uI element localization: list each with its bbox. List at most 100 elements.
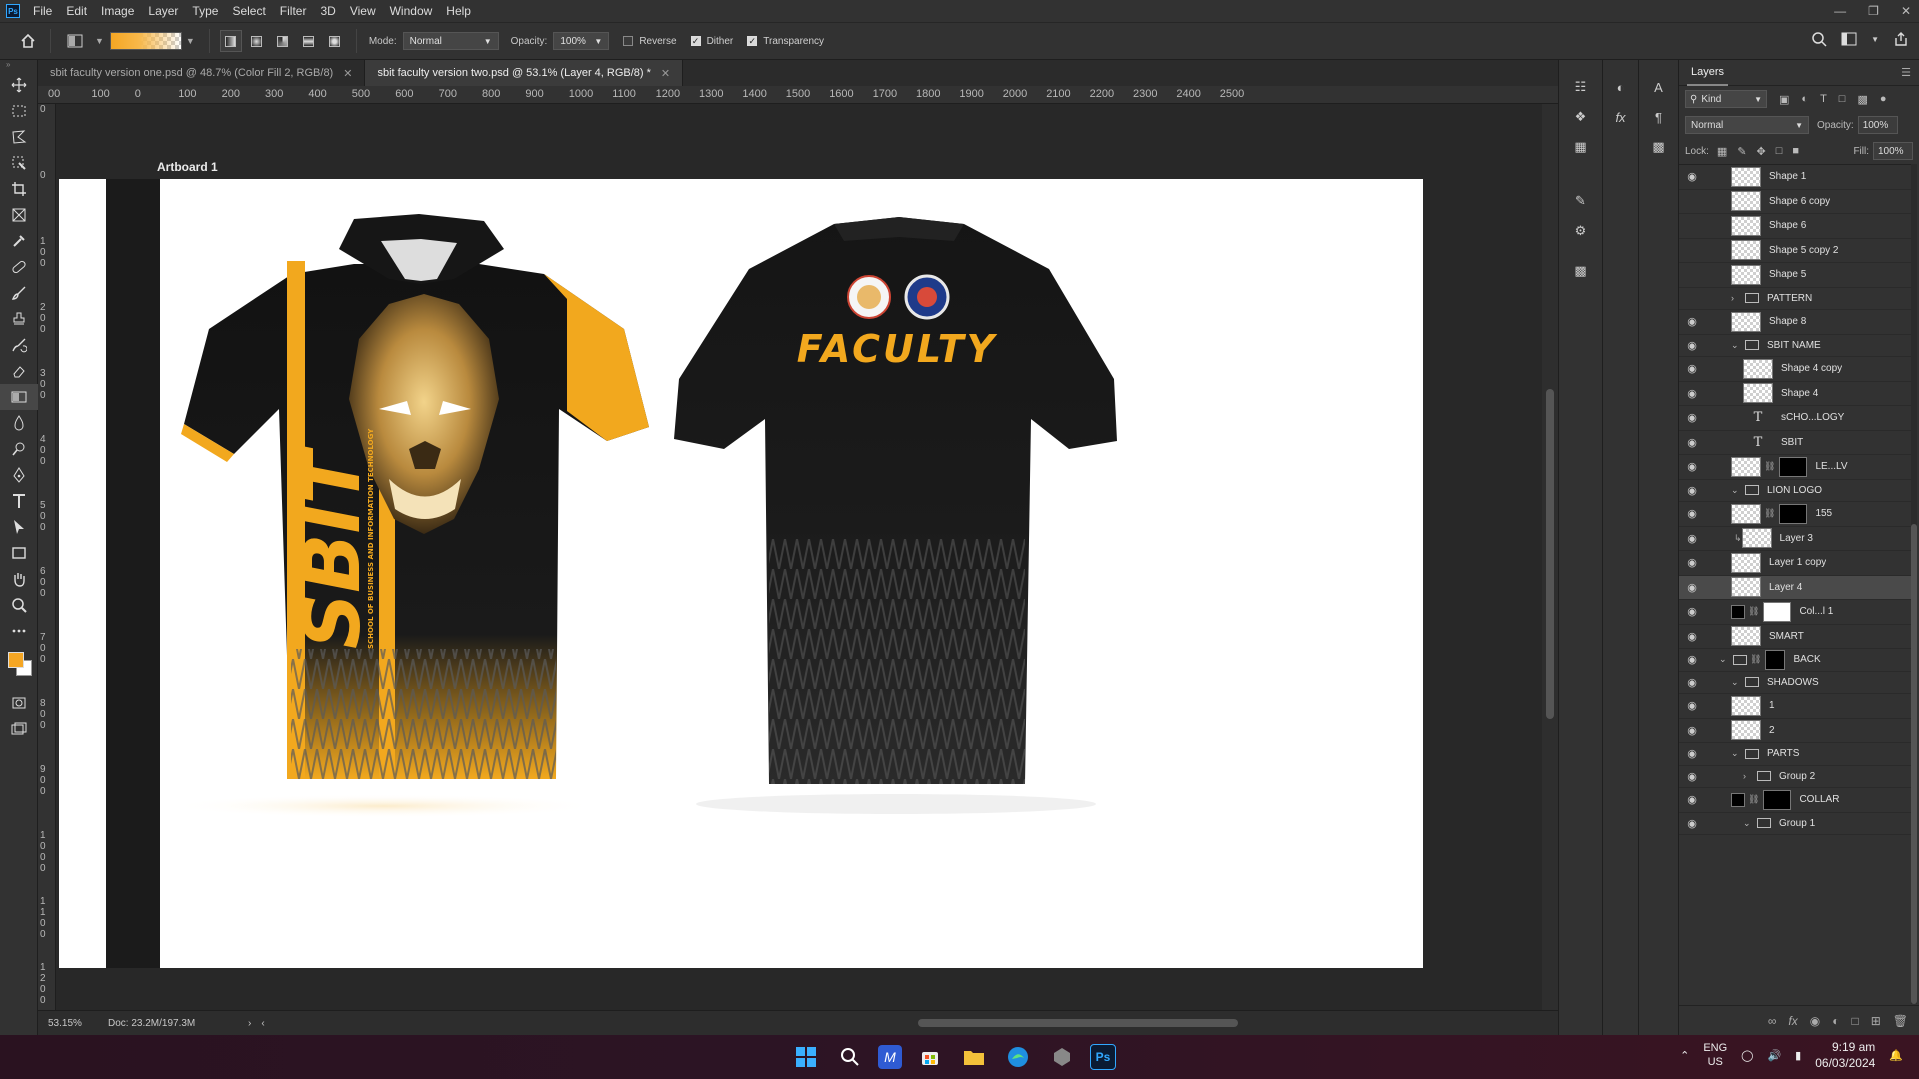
photoshop-taskbar-icon[interactable]: Ps: [1090, 1044, 1116, 1070]
visibility-eye-icon[interactable]: ◉: [1679, 362, 1705, 375]
scrollbar-thumb[interactable]: [1546, 389, 1554, 719]
tab-version-two[interactable]: sbit faculty version two.psd @ 53.1% (La…: [365, 60, 684, 86]
lock-image-icon[interactable]: ✎: [1737, 145, 1746, 158]
menu-type[interactable]: Type: [185, 0, 225, 22]
menu-file[interactable]: File: [26, 0, 59, 22]
visibility-eye-icon[interactable]: ◉: [1679, 292, 1705, 305]
layer-name[interactable]: Col...l 1: [1799, 606, 1833, 617]
add-mask-icon[interactable]: ◉: [1810, 1014, 1820, 1028]
linear-gradient-button[interactable]: [219, 30, 242, 52]
visibility-eye-icon[interactable]: ◉: [1679, 605, 1705, 618]
vertical-scrollbar[interactable]: [1542, 104, 1558, 1010]
adjustments-icon[interactable]: ◐: [1603, 72, 1638, 102]
visibility-eye-icon[interactable]: ◉: [1679, 219, 1705, 232]
vertical-ruler[interactable]: 0 0 100 200 300 400 500 600 700 800 900 1000 1100 120…: [38, 104, 56, 1010]
layer-name[interactable]: COLLAR: [1799, 794, 1839, 805]
visibility-eye-icon[interactable]: ◉: [1679, 793, 1705, 806]
blur-tool[interactable]: [0, 410, 38, 436]
layer-group-row[interactable]: ◉ ⌄ PARTS: [1679, 743, 1911, 766]
layer-name[interactable]: Layer 4: [1769, 582, 1802, 593]
widgets-icon[interactable]: M: [878, 1045, 902, 1069]
layer-name[interactable]: Layer 1 copy: [1769, 557, 1826, 568]
layer-thumbnail[interactable]: [1731, 456, 1761, 477]
quick-mask-button[interactable]: [0, 690, 38, 716]
edit-toolbar-button[interactable]: [0, 618, 38, 644]
chevron-down-icon[interactable]: ▼: [186, 36, 195, 46]
dodge-tool[interactable]: [0, 436, 38, 462]
new-group-icon[interactable]: □: [1851, 1014, 1858, 1028]
chevron-down-icon[interactable]: ⌄: [1731, 340, 1741, 351]
trash-icon[interactable]: 🗑: [1893, 1014, 1908, 1028]
dither-checkbox[interactable]: ✓ Dither: [690, 36, 733, 47]
filter-adjustment-icon[interactable]: ◐: [1801, 93, 1808, 106]
brush-tool[interactable]: [0, 280, 38, 306]
layer-name[interactable]: Shape 5: [1769, 269, 1806, 280]
volume-icon[interactable]: 🔊: [1767, 1049, 1781, 1062]
layer-thumbnail[interactable]: [1743, 383, 1773, 404]
visibility-eye-icon[interactable]: ◉: [1679, 532, 1705, 545]
layer-thumbnail[interactable]: [1731, 166, 1761, 187]
menu-filter[interactable]: Filter: [273, 0, 314, 22]
layer-row[interactable]: ◉ Shape 6: [1679, 214, 1911, 239]
layer-row[interactable]: ◉ TsCHO...LOGY: [1679, 406, 1911, 431]
visibility-eye-icon[interactable]: ◉: [1679, 556, 1705, 569]
paragraph-icon[interactable]: ¶: [1639, 102, 1678, 132]
layer-row[interactable]: ◉ 2: [1679, 719, 1911, 743]
layer-name[interactable]: 1: [1769, 700, 1775, 711]
layer-name[interactable]: Shape 4 copy: [1781, 363, 1842, 374]
layer-thumbnail[interactable]: [1731, 720, 1761, 741]
battery-icon[interactable]: ▮: [1795, 1049, 1801, 1062]
hand-tool[interactable]: [0, 566, 38, 592]
3d-icon[interactable]: ❖: [1559, 102, 1602, 132]
visibility-eye-icon[interactable]: ◉: [1679, 653, 1705, 666]
color-fill-thumbnail[interactable]: [1731, 792, 1745, 807]
menu-3d[interactable]: 3D: [313, 0, 342, 22]
close-icon[interactable]: ✕: [1901, 0, 1911, 22]
edge-icon[interactable]: [1002, 1041, 1034, 1073]
gradient-tool[interactable]: [0, 384, 38, 410]
link-icon[interactable]: ⛓: [1750, 654, 1761, 665]
windows-start-icon[interactable]: [790, 1041, 822, 1073]
file-explorer-icon[interactable]: [958, 1041, 990, 1073]
visibility-eye-icon[interactable]: ◉: [1679, 436, 1705, 449]
layer-group-row[interactable]: ◉ ⌄ Group 1: [1679, 813, 1911, 835]
layer-name[interactable]: sCHO...LOGY: [1781, 412, 1844, 423]
transparency-checkbox[interactable]: ✓ Transparency: [747, 36, 824, 47]
new-layer-icon[interactable]: ⊞: [1871, 1014, 1881, 1028]
layer-mask-thumbnail[interactable]: [1765, 649, 1786, 670]
menu-edit[interactable]: Edit: [59, 0, 94, 22]
search-icon[interactable]: [834, 1041, 866, 1073]
layer-row[interactable]: ◉ Shape 6 copy: [1679, 190, 1911, 214]
layer-group-row[interactable]: ◉ › Group 2: [1679, 766, 1911, 788]
chevron-down-icon[interactable]: ⌄: [1731, 485, 1741, 496]
workspace-icon[interactable]: [1841, 32, 1857, 46]
artboard-label[interactable]: Artboard 1: [157, 160, 218, 174]
gradient-picker[interactable]: [109, 32, 182, 50]
layer-name[interactable]: Shape 5 copy 2: [1769, 245, 1839, 256]
layer-name[interactable]: BACK: [1793, 654, 1820, 665]
screen-mode-button[interactable]: [0, 716, 38, 742]
layer-row[interactable]: ◉ Shape 5: [1679, 263, 1911, 288]
layer-name[interactable]: PATTERN: [1767, 293, 1812, 304]
layer-thumbnail[interactable]: [1731, 577, 1761, 598]
chevron-up-icon[interactable]: ⌃: [1680, 1049, 1689, 1062]
menu-layer[interactable]: Layer: [141, 0, 185, 22]
visibility-eye-icon[interactable]: ◉: [1679, 770, 1705, 783]
layer-row[interactable]: ◉ ↳ Layer 3: [1679, 527, 1911, 551]
path-selection-tool[interactable]: [0, 514, 38, 540]
layer-name[interactable]: Shape 4: [1781, 388, 1818, 399]
layer-thumbnail[interactable]: [1731, 264, 1761, 285]
menu-window[interactable]: Window: [383, 0, 440, 22]
layer-row[interactable]: ◉ Layer 1 copy: [1679, 551, 1911, 576]
visibility-eye-icon[interactable]: ◉: [1679, 676, 1705, 689]
panel-menu-icon[interactable]: ☰: [1901, 66, 1911, 79]
visibility-eye-icon[interactable]: ◉: [1679, 339, 1705, 352]
layer-row[interactable]: ◉ T SBIT: [1679, 431, 1911, 455]
layer-thumbnail[interactable]: [1731, 240, 1761, 261]
link-layers-icon[interactable]: ∞: [1768, 1014, 1777, 1028]
layer-row[interactable]: ◉ Layer 4: [1679, 575, 1911, 600]
clone-stamp-tool[interactable]: [0, 306, 38, 332]
visibility-eye-icon[interactable]: ◉: [1679, 699, 1705, 712]
layer-row[interactable]: ◉ SMART: [1679, 625, 1911, 649]
opacity-input[interactable]: 100% ▼: [553, 32, 610, 50]
